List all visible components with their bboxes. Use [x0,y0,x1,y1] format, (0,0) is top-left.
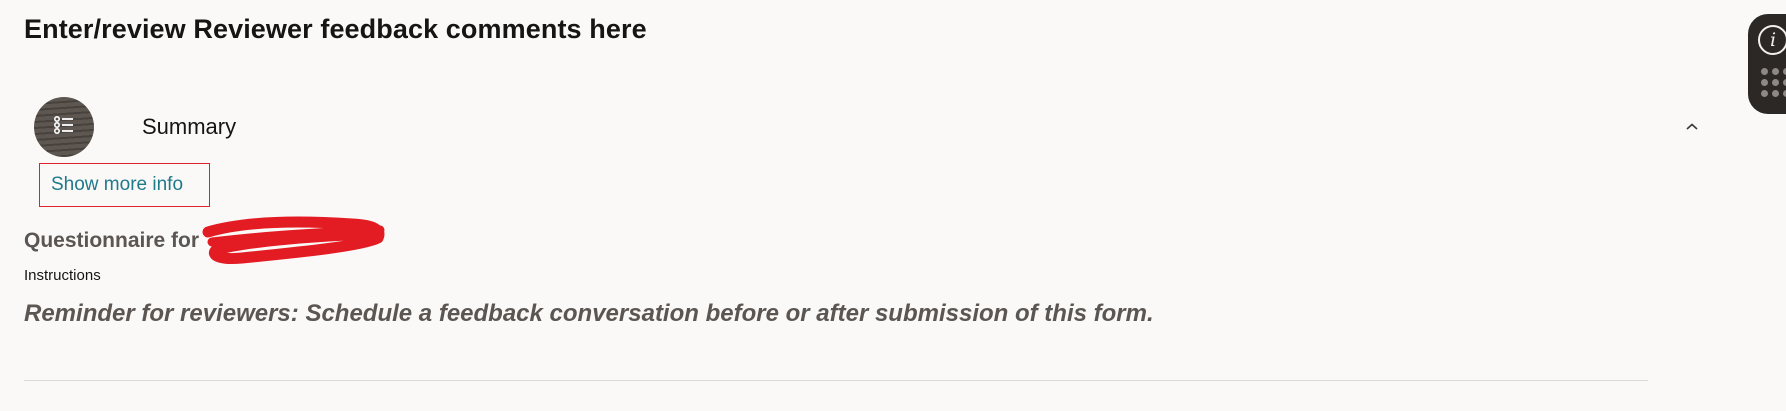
show-more-info-link[interactable]: Show more info [51,173,183,197]
info-icon[interactable]: i [1758,25,1786,55]
apps-grid-icon[interactable] [1761,68,1786,97]
page-title: Enter/review Reviewer feedback comments … [24,14,647,44]
side-action-panel: i [1748,14,1786,114]
reviewer-reminder-text: Reminder for reviewers: Schedule a feedb… [24,300,1154,327]
questionnaire-title: Questionnaire for [24,229,200,252]
section-divider [24,380,1648,381]
summary-section-header[interactable]: Summary [34,97,1704,157]
list-icon [53,114,75,141]
chevron-up-icon[interactable] [1680,117,1704,137]
info-glyph: i [1769,28,1777,51]
instructions-label: Instructions [24,267,101,284]
show-more-info-highlight: Show more info [39,163,210,207]
redaction-scribble [202,216,385,264]
summary-label: Summary [142,114,237,139]
summary-avatar [34,97,94,157]
